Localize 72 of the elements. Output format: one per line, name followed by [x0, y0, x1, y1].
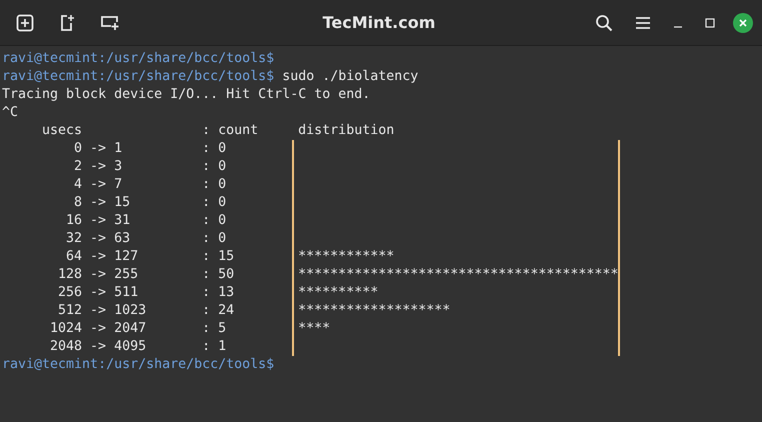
close-button[interactable] — [733, 12, 753, 32]
range-arrow: -> — [90, 320, 106, 338]
range-arrow: -> — [90, 302, 106, 320]
asterisk-bar-text: **************************************** — [298, 266, 618, 284]
command-text: sudo ./biolatency — [282, 68, 418, 86]
range-end: 255 — [114, 266, 140, 284]
range-arrow: -> — [90, 176, 106, 194]
column-header: usecs — [42, 122, 84, 140]
range-start: 32 — [65, 230, 82, 248]
range-end: 2047 — [114, 320, 148, 338]
count-value: : 0 — [202, 140, 228, 158]
range-end: 15 — [114, 194, 132, 212]
count-value: : 24 — [202, 302, 236, 320]
count-value: : 50 — [202, 266, 236, 284]
maximize-icon — [705, 18, 715, 28]
range-arrow: -> — [90, 230, 106, 248]
shell-prompt: ravi@tecmint:/usr/share/bcc/tools$ — [2, 50, 274, 68]
range-end: 3 — [114, 158, 124, 176]
shell-prompt: ravi@tecmint:/usr/share/bcc/tools$ — [2, 68, 274, 86]
output-text: Tracing block device I/O... Hit Ctrl-C to end. — [2, 86, 370, 104]
range-start: 0 — [73, 140, 82, 158]
range-start: 512 — [57, 302, 82, 320]
column-header: : count — [202, 122, 260, 140]
range-end: 127 — [114, 248, 140, 266]
range-arrow: -> — [90, 266, 106, 284]
range-arrow: -> — [90, 158, 106, 176]
menu-icon — [635, 16, 651, 30]
range-start: 8 — [73, 194, 82, 212]
range-start: 2 — [73, 158, 82, 176]
range-start: 128 — [57, 266, 82, 284]
minimize-icon — [673, 26, 683, 28]
document-plus-icon — [59, 14, 75, 32]
asterisk-bar-text: ********** — [298, 284, 378, 302]
count-value: : 1 — [202, 338, 228, 356]
range-arrow: -> — [90, 338, 106, 356]
count-value: : 0 — [202, 230, 228, 248]
count-value: : 0 — [202, 176, 228, 194]
asterisk-bar-text: **** — [298, 320, 330, 338]
range-arrow: -> — [90, 284, 106, 302]
range-start: 2048 — [49, 338, 82, 356]
shell-prompt: ravi@tecmint:/usr/share/bcc/tools$ — [2, 356, 274, 374]
count-value: : 15 — [202, 248, 236, 266]
range-start: 4 — [73, 176, 82, 194]
close-icon — [739, 18, 747, 26]
output-text: ^C — [2, 104, 18, 122]
count-value: : 0 — [202, 212, 228, 230]
range-end: 1 — [114, 140, 124, 158]
count-value: : 0 — [202, 158, 228, 176]
range-end: 7 — [114, 176, 124, 194]
range-end: 511 — [114, 284, 140, 302]
count-value: : 0 — [202, 194, 228, 212]
range-start: 16 — [65, 212, 82, 230]
range-end: 63 — [114, 230, 132, 248]
range-end: 1023 — [114, 302, 148, 320]
range-end: 4095 — [114, 338, 148, 356]
range-start: 256 — [57, 284, 82, 302]
search-icon — [595, 14, 613, 32]
range-end: 31 — [114, 212, 132, 230]
range-arrow: -> — [90, 140, 106, 158]
asterisk-bar-text: ******************* — [298, 302, 450, 320]
column-header: distribution — [298, 122, 394, 140]
range-arrow: -> — [90, 194, 106, 212]
range-arrow: -> — [90, 212, 106, 230]
plus-icon — [16, 14, 34, 32]
count-value: : 5 — [202, 320, 228, 338]
screen-plus-icon — [100, 14, 120, 30]
range-start: 1024 — [49, 320, 82, 338]
window-title: TecMint.com — [322, 13, 436, 32]
range-arrow: -> — [90, 248, 106, 266]
asterisk-bar-text: ************ — [298, 248, 394, 266]
range-start: 64 — [65, 248, 82, 266]
count-value: : 13 — [202, 284, 236, 302]
